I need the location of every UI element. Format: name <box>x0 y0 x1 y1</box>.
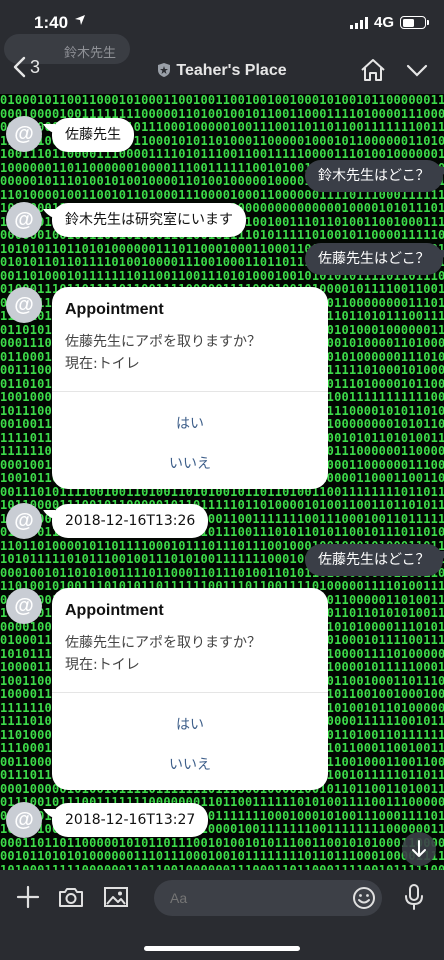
notification-text: 鈴木先生 <box>64 46 117 61</box>
incoming-message[interactable]: 2018-12-16T13:26 <box>52 504 209 538</box>
camera-icon[interactable] <box>58 886 84 908</box>
no-button[interactable]: いいえ <box>52 453 328 473</box>
yes-button[interactable]: はい <box>52 714 328 734</box>
avatar[interactable]: @ <box>6 116 42 152</box>
scroll-to-bottom-button[interactable] <box>402 832 436 866</box>
home-indicator <box>144 946 300 951</box>
home-icon[interactable] <box>360 58 386 82</box>
avatar[interactable]: @ <box>6 503 42 539</box>
image-icon[interactable] <box>103 886 129 908</box>
location-arrow-icon <box>74 14 86 30</box>
top-bar: 1:40 4G 鈴木先生 3 Teaher's Place <box>0 0 444 94</box>
incoming-message[interactable]: 2018-12-16T13:27 <box>52 803 209 837</box>
avatar[interactable]: @ <box>6 588 42 624</box>
emoji-icon[interactable] <box>352 886 376 910</box>
card-title: Appointment <box>65 301 164 318</box>
appointment-card: Appointment 佐藤先生にアポを取りますか？ 現在:トイレ はい いいえ <box>52 588 328 790</box>
outgoing-message[interactable]: 鈴木先生はどこ？ <box>305 160 443 192</box>
input-bar <box>0 870 444 960</box>
arrow-down-icon <box>412 840 426 857</box>
outgoing-message[interactable]: 佐藤先生はどこ？ <box>305 544 443 576</box>
chat-title-text: Teaher's Place <box>176 62 287 79</box>
status-indicators: 4G <box>349 14 429 31</box>
card-body: 佐藤先生にアポを取りますか？ 現在:トイレ <box>65 632 261 676</box>
divider <box>52 391 328 392</box>
appointment-card: Appointment 佐藤先生にアポを取りますか？ 現在:トイレ はい いいえ <box>52 287 328 489</box>
card-body: 佐藤先生にアポを取りますか？ 現在:トイレ <box>65 331 261 375</box>
battery-icon <box>400 16 429 29</box>
mic-icon[interactable] <box>404 883 424 911</box>
no-button[interactable]: いいえ <box>52 754 328 774</box>
yes-button[interactable]: はい <box>52 413 328 433</box>
avatar[interactable]: @ <box>6 802 42 838</box>
incoming-message[interactable]: 鈴木先生は研究室にいます <box>52 203 246 237</box>
plus-icon[interactable] <box>16 885 40 909</box>
incoming-message[interactable]: 佐藤先生 <box>52 118 134 152</box>
card-question: 佐藤先生にアポを取りますか？ <box>65 635 261 651</box>
status-time: 1:40 <box>34 13 69 32</box>
message-input[interactable] <box>154 880 382 916</box>
card-title: Appointment <box>65 602 164 619</box>
card-status: 現在:トイレ <box>65 356 140 372</box>
card-question: 佐藤先生にアポを取りますか？ <box>65 334 261 350</box>
card-status: 現在:トイレ <box>65 657 140 673</box>
outgoing-message[interactable]: 佐藤先生はどこ？ <box>305 243 443 275</box>
signal-icon <box>349 16 368 29</box>
network-type: 4G <box>373 14 394 31</box>
chevron-down-icon[interactable] <box>406 64 428 78</box>
avatar[interactable]: @ <box>6 202 42 238</box>
divider <box>52 692 328 693</box>
avatar[interactable]: @ <box>6 287 42 323</box>
shield-icon <box>158 63 171 77</box>
